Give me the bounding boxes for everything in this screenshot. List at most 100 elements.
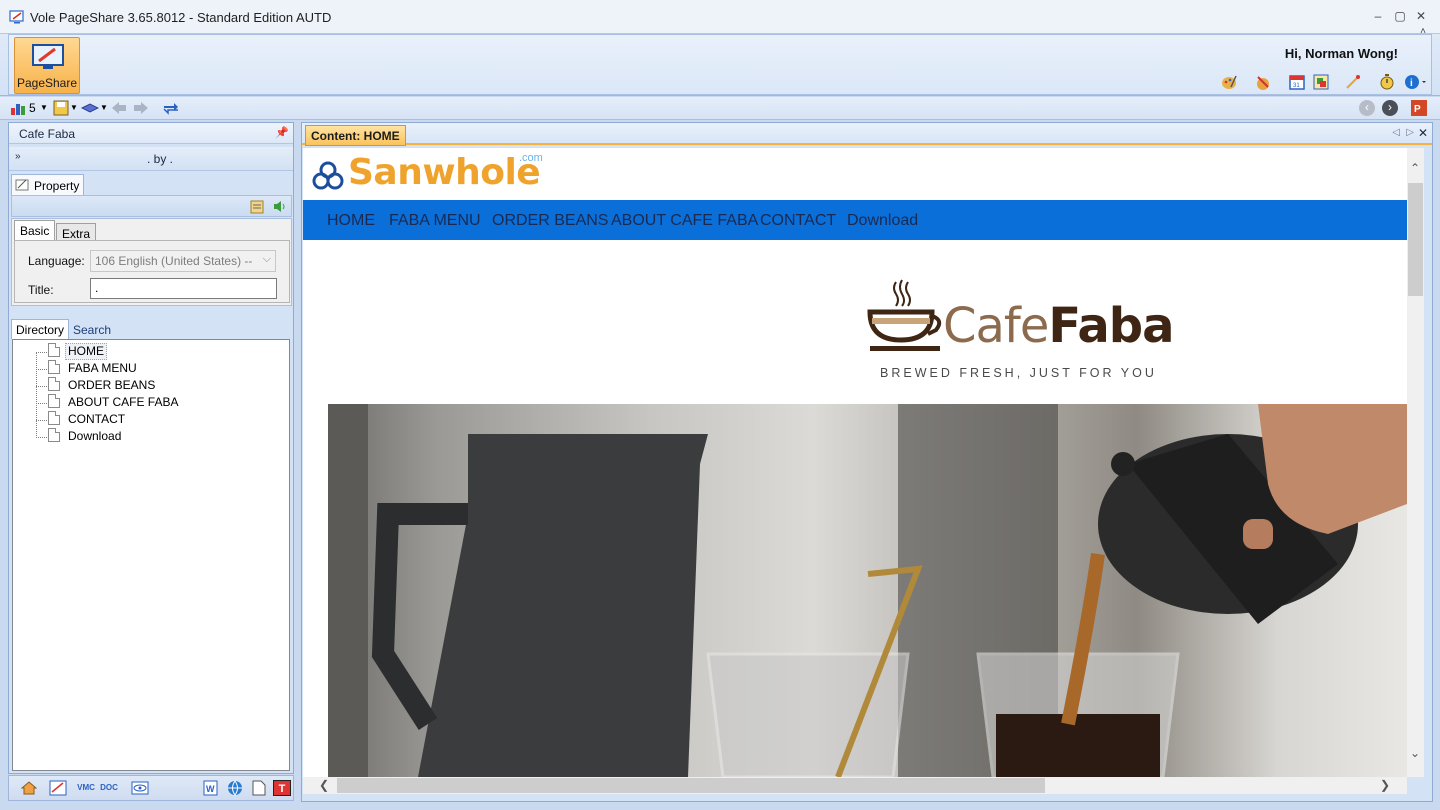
site-logo[interactable]: Sanwhole (348, 152, 541, 193)
nav-order-beans[interactable]: ORDER BEANS (492, 212, 608, 230)
tree-connector (36, 386, 47, 387)
speaker-icon[interactable] (272, 199, 288, 214)
property-toolbar (11, 195, 292, 217)
close-button[interactable]: ✕ (1413, 8, 1429, 24)
document-icon (48, 343, 60, 357)
collapse-ribbon-button[interactable]: ˄ (1420, 26, 1426, 37)
layers-dropdown-icon[interactable]: ▼ (100, 100, 108, 116)
layers-icon[interactable] (81, 100, 99, 116)
tab-scroll-left-icon[interactable]: ◁ (1392, 127, 1400, 138)
property-icon (15, 179, 29, 191)
minimize-button[interactable]: – (1370, 8, 1386, 24)
calendar-icon[interactable]: 31 (1288, 73, 1306, 91)
paint-tool-icon[interactable] (1254, 73, 1272, 91)
nav-faba-menu[interactable]: FABA MENU (389, 212, 481, 230)
tree-connector (36, 437, 47, 438)
document-icon (48, 377, 60, 391)
vmc-edit-icon[interactable] (49, 780, 67, 796)
save-dropdown-icon[interactable]: ▼ (70, 100, 78, 116)
svg-text:31: 31 (1293, 83, 1300, 89)
nav-contact[interactable]: CONTACT (760, 212, 836, 230)
site-logo-suffix: .com (519, 152, 543, 164)
tab-search[interactable]: Search (70, 322, 114, 339)
tab-scroll-right-icon[interactable]: ▷ (1406, 127, 1414, 138)
project-subtitle-bar: » . by . (9, 147, 293, 171)
sanwhole-logo-icon (312, 161, 344, 190)
tab-extra[interactable]: Extra (56, 223, 97, 241)
text-icon[interactable]: T (273, 780, 291, 796)
project-title: Cafe Faba (19, 127, 76, 141)
globe-icon[interactable] (226, 780, 244, 796)
scroll-right-icon[interactable]: ❯ (1380, 778, 1390, 792)
svg-text:W: W (206, 784, 215, 794)
chevron-down-icon: ⌵ (262, 253, 271, 265)
tree-item-faba-menu[interactable]: FABA MENU (68, 360, 137, 377)
close-tab-icon[interactable]: ✕ (1418, 126, 1428, 140)
swap-icon[interactable] (162, 101, 180, 115)
pin-icon[interactable]: 📌 (275, 126, 289, 139)
home-icon[interactable] (20, 780, 38, 796)
word-icon[interactable]: W (202, 780, 220, 796)
tab-directory[interactable]: Directory (11, 319, 70, 339)
nav-back-button[interactable]: ‹ (1359, 100, 1375, 116)
nav-download[interactable]: Download (847, 212, 918, 230)
count-dropdown-icon[interactable]: ▼ (40, 100, 48, 116)
chart-icon[interactable] (10, 100, 26, 116)
project-subtitle: . by . (147, 152, 174, 166)
pageshare-button[interactable]: PageShare (14, 37, 80, 94)
forward-arrow-icon[interactable] (133, 101, 149, 115)
nav-forward-button[interactable]: › (1382, 100, 1398, 116)
tab-content-home[interactable]: Content: HOME (305, 125, 406, 146)
tree-item-download[interactable]: Download (68, 428, 121, 445)
page-count[interactable]: 5 (29, 100, 36, 116)
coffee-cup-icon (867, 279, 942, 351)
stopwatch-icon[interactable] (1378, 73, 1396, 91)
scroll-up-icon[interactable]: ⌃ (1410, 161, 1420, 175)
property-tab[interactable]: Property (11, 174, 84, 195)
palette-icon[interactable] (1220, 73, 1238, 91)
title-input[interactable]: . (90, 278, 277, 299)
document-icon (48, 428, 60, 442)
hero-coffee-illustration (328, 404, 1407, 777)
panel-header: Cafe Faba 📌 (9, 123, 293, 144)
gallery-icon[interactable] (1312, 73, 1330, 91)
cafe-tagline: BREWED FRESH, JUST FOR YOU (880, 366, 1157, 380)
maximize-button[interactable]: ▢ (1392, 8, 1408, 24)
save-icon[interactable] (53, 100, 69, 116)
language-value: 106 English (United States) -- (95, 254, 253, 268)
title-bar: Vole PageShare 3.65.8012 - Standard Edit… (0, 0, 1440, 34)
tree-item-order-beans[interactable]: ORDER BEANS (68, 377, 155, 394)
horizontal-scroll-thumb[interactable] (337, 778, 1045, 793)
vmc-icon[interactable]: VMC (77, 780, 95, 796)
tree-item-about[interactable]: ABOUT CAFE FABA (68, 394, 178, 411)
tab-basic[interactable]: Basic (14, 220, 56, 241)
cafe-brand: CafeFaba (943, 298, 1174, 354)
property-tab-label: Property (34, 179, 80, 193)
ribbon-panel (8, 34, 1432, 95)
user-greeting: Hi, Norman Wong! (1284, 46, 1398, 61)
eye-icon[interactable] (131, 780, 149, 796)
content-tabstrip: ◁ ▷ ✕ (302, 123, 1432, 145)
tree-item-contact[interactable]: CONTACT (68, 411, 125, 428)
doc-icon[interactable]: DOC (100, 780, 118, 796)
title-label: Title: (28, 283, 54, 297)
expand-chevron-icon[interactable]: » (15, 151, 21, 162)
app-icon (9, 10, 24, 24)
svg-text:P: P (1414, 104, 1421, 115)
scroll-down-icon[interactable]: ⌄ (1410, 746, 1420, 760)
magic-wand-icon[interactable] (1344, 73, 1362, 91)
vertical-scroll-thumb[interactable] (1408, 183, 1423, 296)
nav-home[interactable]: HOME (327, 212, 375, 230)
scroll-left-icon[interactable]: ❮ (319, 778, 329, 792)
pageshare-label: PageShare (16, 76, 78, 90)
tree-item-home[interactable]: HOME (68, 343, 104, 360)
new-doc-icon[interactable] (250, 780, 268, 796)
nav-about[interactable]: ABOUT CAFE FABA (611, 212, 758, 230)
powerpoint-icon[interactable]: P (1410, 99, 1428, 117)
back-arrow-icon[interactable] (111, 101, 127, 115)
edit-note-icon[interactable] (250, 199, 265, 214)
tree-connector (36, 369, 47, 370)
language-select[interactable]: 106 English (United States) -- ⌵ (90, 250, 276, 272)
info-icon[interactable]: i (1403, 73, 1427, 91)
monitor-icon (32, 44, 64, 69)
